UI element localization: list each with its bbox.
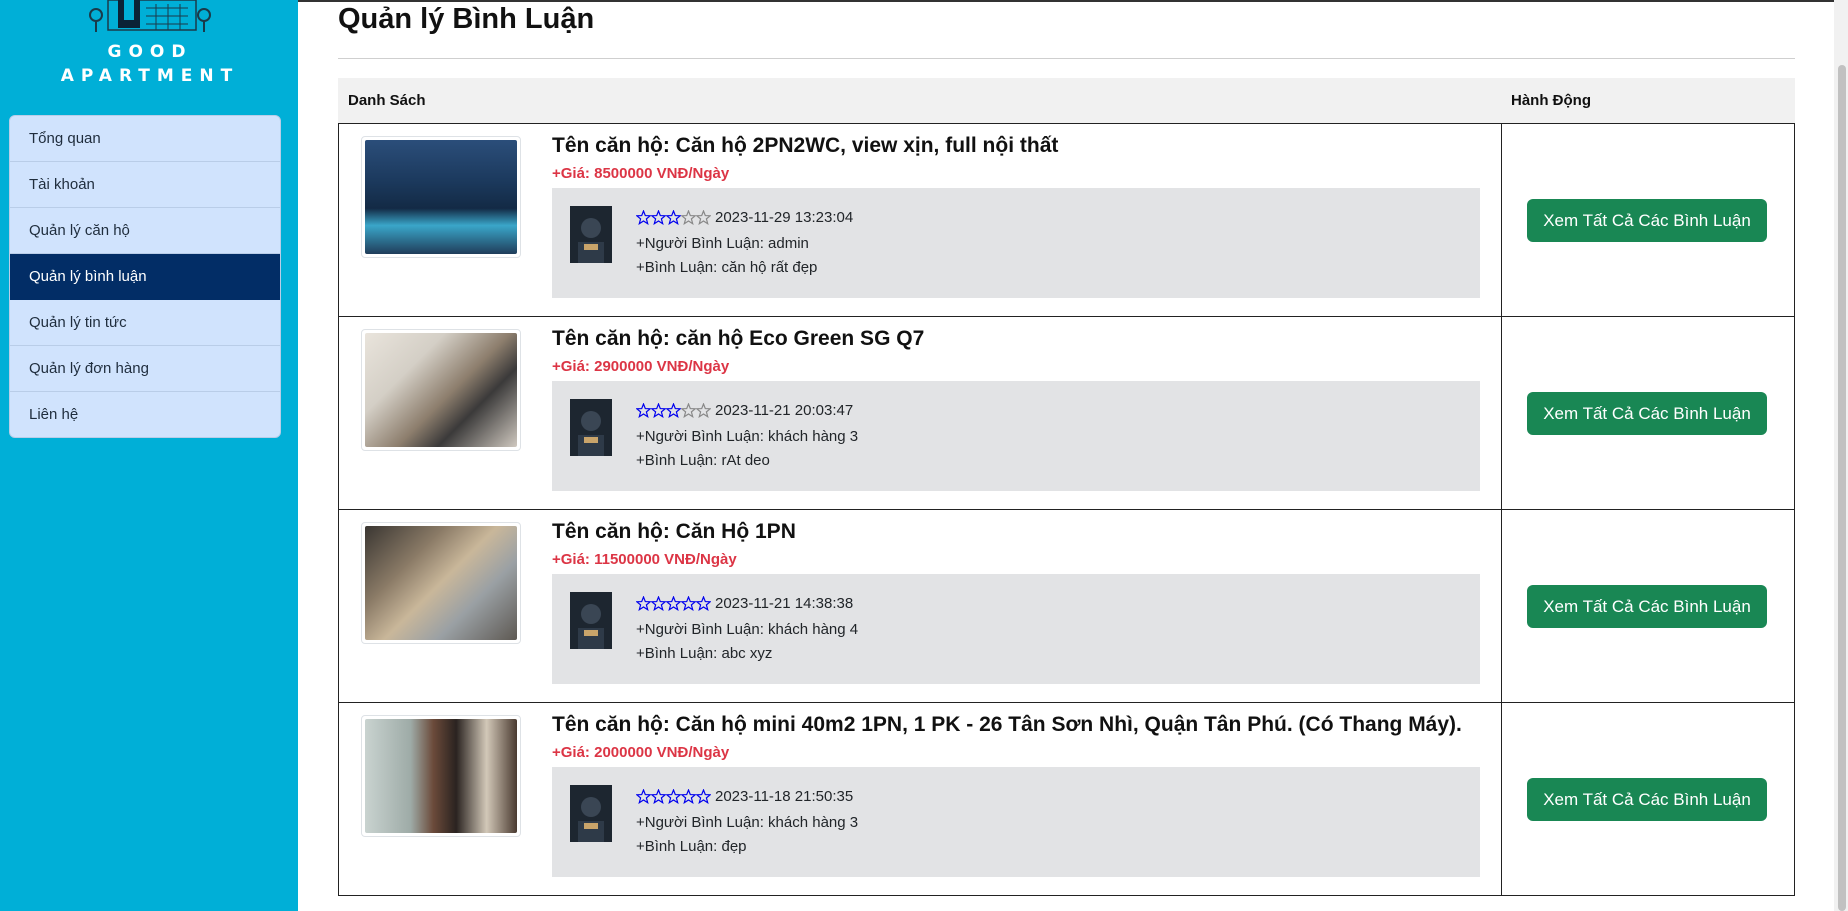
commenter-name: +Người Bình Luận: admin bbox=[636, 235, 809, 252]
apartment-thumbnail[interactable] bbox=[361, 136, 521, 258]
view-all-comments-button[interactable]: Xem Tất Cả Các Bình Luận bbox=[1527, 585, 1767, 628]
column-header-list: Danh Sách bbox=[348, 92, 426, 109]
sidebar-item-accounts[interactable]: Tài khoản bbox=[10, 162, 280, 208]
comment-text: +Bình Luận: abc xyz bbox=[636, 645, 773, 662]
page-title: Quản lý Bình Luận bbox=[338, 3, 595, 35]
title-divider bbox=[338, 58, 1795, 59]
sidebar-menu: Tổng quan Tài khoản Quản lý căn hộ Quản … bbox=[9, 115, 281, 438]
view-all-comments-button[interactable]: Xem Tất Cả Các Bình Luận bbox=[1527, 392, 1767, 435]
action-cell: Xem Tất Cả Các Bình Luận bbox=[1502, 510, 1794, 702]
rating-stars bbox=[636, 596, 711, 611]
star-filled-icon bbox=[636, 210, 651, 225]
star-filled-icon bbox=[651, 789, 666, 804]
comment-text: +Bình Luận: căn hộ rất đẹp bbox=[636, 259, 818, 276]
table-row: Tên căn hộ: Căn Hộ 1PN +Giá: 11500000 VN… bbox=[339, 510, 1794, 703]
brand-name-line1: GOOD bbox=[107, 42, 193, 62]
apartment-price: +Giá: 11500000 VNĐ/Ngày bbox=[552, 551, 737, 568]
view-all-comments-button[interactable]: Xem Tất Cả Các Bình Luận bbox=[1527, 778, 1767, 821]
comment-date: 2023-11-29 13:23:04 bbox=[715, 209, 854, 226]
table-row: Tên căn hộ: căn hộ Eco Green SG Q7 +Giá:… bbox=[339, 317, 1794, 510]
apartment-thumbnail[interactable] bbox=[361, 522, 521, 644]
action-cell: Xem Tất Cả Các Bình Luận bbox=[1502, 317, 1794, 509]
star-filled-icon bbox=[681, 789, 696, 804]
list-cell: Tên căn hộ: Căn Hộ 1PN +Giá: 11500000 VN… bbox=[339, 510, 1502, 702]
star-empty-icon bbox=[681, 403, 696, 418]
star-filled-icon bbox=[636, 403, 651, 418]
brand-name-line2: APARTMENT bbox=[60, 66, 240, 86]
comment-box: 2023-11-21 20:03:47 +Người Bình Luận: kh… bbox=[552, 381, 1480, 491]
star-filled-icon bbox=[636, 596, 651, 611]
action-cell: Xem Tất Cả Các Bình Luận bbox=[1502, 703, 1794, 895]
sidebar: GOOD APARTMENT Tổng quan Tài khoản Quản … bbox=[0, 0, 298, 911]
avatar bbox=[570, 785, 612, 842]
star-filled-icon bbox=[651, 210, 666, 225]
apartment-name: Tên căn hộ: Căn hộ 2PN2WC, view xịn, ful… bbox=[552, 134, 1059, 157]
table-header: Danh Sách Hành Động bbox=[338, 78, 1795, 123]
table-row: Tên căn hộ: Căn hộ mini 40m2 1PN, 1 PK -… bbox=[339, 703, 1794, 895]
comment-date: 2023-11-21 14:38:38 bbox=[715, 595, 854, 612]
apartment-name: Tên căn hộ: căn hộ Eco Green SG Q7 bbox=[552, 327, 925, 350]
action-cell: Xem Tất Cả Các Bình Luận bbox=[1502, 124, 1794, 316]
scrollbar[interactable] bbox=[1834, 0, 1848, 911]
star-filled-icon bbox=[666, 789, 681, 804]
list-cell: Tên căn hộ: Căn hộ 2PN2WC, view xịn, ful… bbox=[339, 124, 1502, 316]
apartment-name: Tên căn hộ: Căn hộ mini 40m2 1PN, 1 PK -… bbox=[552, 713, 1462, 736]
star-filled-icon bbox=[696, 596, 711, 611]
commenter-name: +Người Bình Luận: khách hàng 3 bbox=[636, 428, 859, 445]
star-filled-icon bbox=[651, 403, 666, 418]
commenter-name: +Người Bình Luận: khách hàng 3 bbox=[636, 814, 859, 831]
sidebar-item-orders[interactable]: Quản lý đơn hàng bbox=[10, 346, 280, 392]
star-empty-icon bbox=[681, 210, 696, 225]
star-filled-icon bbox=[666, 403, 681, 418]
star-filled-icon bbox=[681, 596, 696, 611]
comment-date: 2023-11-21 20:03:47 bbox=[715, 402, 854, 419]
apartment-price: +Giá: 2900000 VNĐ/Ngày bbox=[552, 358, 730, 375]
table-body: Tên căn hộ: Căn hộ 2PN2WC, view xịn, ful… bbox=[338, 123, 1795, 896]
scrollbar-thumb[interactable] bbox=[1838, 65, 1846, 911]
comments-table: Danh Sách Hành Động Tên căn hộ: Căn hộ 2… bbox=[338, 78, 1795, 896]
comment-text: +Bình Luận: đẹp bbox=[636, 838, 747, 855]
comment-box: 2023-11-18 21:50:35 +Người Bình Luận: kh… bbox=[552, 767, 1480, 877]
commenter-name: +Người Bình Luận: khách hàng 4 bbox=[636, 621, 859, 638]
apartment-thumbnail[interactable] bbox=[361, 715, 521, 837]
column-header-action: Hành Động bbox=[1511, 92, 1591, 109]
star-filled-icon bbox=[651, 596, 666, 611]
avatar bbox=[570, 399, 612, 456]
star-empty-icon bbox=[696, 210, 711, 225]
apartment-name: Tên căn hộ: Căn Hộ 1PN bbox=[552, 520, 796, 543]
comment-box: 2023-11-29 13:23:04 +Người Bình Luận: ad… bbox=[552, 188, 1480, 298]
comment-box: 2023-11-21 14:38:38 +Người Bình Luận: kh… bbox=[552, 574, 1480, 684]
list-cell: Tên căn hộ: căn hộ Eco Green SG Q7 +Giá:… bbox=[339, 317, 1502, 509]
building-logo-icon bbox=[89, 0, 211, 32]
apartment-price: +Giá: 8500000 VNĐ/Ngày bbox=[552, 165, 730, 182]
rating-stars bbox=[636, 789, 711, 804]
comment-text: +Bình Luận: rAt deo bbox=[636, 452, 770, 469]
sidebar-item-comments[interactable]: Quản lý bình luận bbox=[10, 254, 280, 300]
sidebar-item-news[interactable]: Quản lý tin tức bbox=[10, 300, 280, 346]
star-empty-icon bbox=[696, 403, 711, 418]
avatar bbox=[570, 206, 612, 263]
star-filled-icon bbox=[666, 596, 681, 611]
star-filled-icon bbox=[666, 210, 681, 225]
brand-logo[interactable]: GOOD APARTMENT bbox=[60, 0, 240, 88]
star-filled-icon bbox=[696, 789, 711, 804]
list-cell: Tên căn hộ: Căn hộ mini 40m2 1PN, 1 PK -… bbox=[339, 703, 1502, 895]
main-content: Quản lý Bình Luận Danh Sách Hành Động Tê… bbox=[298, 0, 1848, 911]
rating-stars bbox=[636, 403, 711, 418]
rating-stars bbox=[636, 210, 711, 225]
apartment-price: +Giá: 2000000 VNĐ/Ngày bbox=[552, 744, 730, 761]
apartment-thumbnail[interactable] bbox=[361, 329, 521, 451]
comment-date: 2023-11-18 21:50:35 bbox=[715, 788, 854, 805]
sidebar-item-apartments[interactable]: Quản lý căn hộ bbox=[10, 208, 280, 254]
star-filled-icon bbox=[636, 789, 651, 804]
table-row: Tên căn hộ: Căn hộ 2PN2WC, view xịn, ful… bbox=[339, 124, 1794, 317]
view-all-comments-button[interactable]: Xem Tất Cả Các Bình Luận bbox=[1527, 199, 1767, 242]
sidebar-item-overview[interactable]: Tổng quan bbox=[10, 116, 280, 162]
sidebar-item-contact[interactable]: Liên hệ bbox=[10, 392, 280, 437]
avatar bbox=[570, 592, 612, 649]
